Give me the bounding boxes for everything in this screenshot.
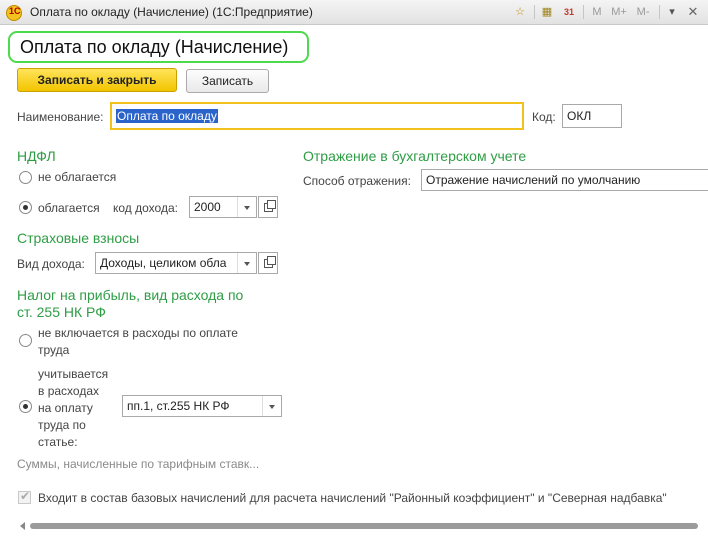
ndfl-taxed-radio[interactable] [19, 201, 32, 214]
name-value: Оплата по окладу [116, 109, 218, 123]
close-icon[interactable]: ✕ [686, 4, 700, 20]
label-line: труда по [38, 418, 86, 432]
tariff-rates-link[interactable]: Суммы, начисленные по тарифным ставк... [17, 457, 259, 471]
accounting-method-label: Способ отражения: [303, 174, 411, 188]
insurance-section-title: Страховые взносы [17, 230, 140, 246]
window-title: Оплата по окладу (Начисление) (1С:Предпр… [30, 5, 313, 19]
profit-included-label[interactable]: учитывается в расходах на оплату труда п… [38, 366, 108, 451]
label-line: не включается в расходы по оплате [38, 326, 238, 340]
toolbar-separator [659, 5, 660, 19]
base-accruals-label[interactable]: Входит в состав базовых начислений для р… [38, 491, 708, 505]
horizontal-scrollbar[interactable] [20, 521, 708, 531]
ndfl-not-taxed-radio[interactable] [19, 171, 32, 184]
memory-m-button[interactable]: M [590, 4, 604, 20]
income-code-value: 2000 [194, 200, 221, 214]
profit-not-included-radio[interactable] [19, 334, 32, 347]
code-label: Код: [532, 110, 556, 124]
income-type-value: Доходы, целиком обла [100, 256, 227, 270]
chevron-down-icon[interactable] [237, 253, 256, 273]
page-title: Оплата по окладу (Начисление) [20, 37, 289, 57]
scroll-left-icon[interactable] [20, 522, 25, 530]
code-value: ОКЛ [567, 109, 592, 123]
open-income-type-button[interactable] [258, 252, 278, 274]
base-accruals-checkbox[interactable]: ✔ [18, 489, 31, 504]
checkmark-icon: ✔ [20, 489, 31, 503]
favorite-star-icon[interactable]: ☆ [512, 4, 528, 20]
memory-m-plus-button[interactable]: M+ [609, 4, 629, 20]
save-button[interactable]: Записать [186, 69, 269, 93]
window-titlebar: 1С Оплата по окладу (Начисление) (1С:Пре… [0, 0, 708, 25]
income-type-select[interactable]: Доходы, целиком обла [95, 252, 257, 274]
open-income-code-button[interactable] [258, 196, 278, 218]
income-code-label: код дохода: [113, 201, 178, 215]
toolbar-separator [534, 5, 535, 19]
label-line: в расходах [38, 384, 100, 398]
label-line: учитывается [38, 367, 109, 381]
accounting-section-title: Отражение в бухгалтерском учете [303, 148, 527, 164]
income-code-select[interactable]: 2000 [189, 196, 257, 218]
label-line: статье: [38, 435, 78, 449]
label-line: труда [38, 343, 70, 357]
income-type-label: Вид дохода: [17, 257, 85, 271]
scroll-thumb[interactable] [30, 523, 698, 529]
ndfl-not-taxed-label[interactable]: не облагается [38, 170, 116, 184]
calculator-icon[interactable]: ▦ [539, 4, 555, 20]
chevron-down-icon[interactable] [237, 197, 256, 217]
profit-tax-section-title-line1: Налог на прибыль, вид расхода по [17, 287, 244, 303]
save-and-close-button[interactable]: Записать и закрыть [17, 68, 177, 92]
toolbar-separator [583, 5, 584, 19]
accounting-method-select[interactable]: Отражение начислений по умолчанию [421, 169, 708, 191]
memory-m-minus-button[interactable]: M- [634, 4, 652, 20]
ndfl-section-title: НДФЛ [17, 148, 56, 164]
app-1c-icon[interactable]: 1С [6, 5, 22, 21]
profit-included-radio[interactable] [19, 400, 32, 413]
profit-tax-section-title-line2: ст. 255 НК РФ [17, 304, 106, 320]
form-title-highlight: Оплата по окладу (Начисление) [8, 31, 309, 63]
window-menu-icon[interactable]: ▾ [666, 4, 678, 20]
name-input[interactable]: Оплата по окладу [110, 102, 524, 130]
chevron-down-icon[interactable] [262, 396, 281, 416]
profit-not-included-label[interactable]: не включается в расходы по оплате труда [38, 325, 238, 359]
article-value: пп.1, ст.255 НК РФ [127, 399, 230, 413]
code-input[interactable]: ОКЛ [562, 104, 622, 128]
label-line: на оплату [38, 401, 93, 415]
name-label: Наименование: [17, 110, 104, 124]
ndfl-taxed-label[interactable]: облагается [38, 201, 100, 215]
accounting-method-value: Отражение начислений по умолчанию [426, 173, 641, 187]
article-select[interactable]: пп.1, ст.255 НК РФ [122, 395, 282, 417]
calendar-icon[interactable]: 31 [561, 4, 577, 20]
